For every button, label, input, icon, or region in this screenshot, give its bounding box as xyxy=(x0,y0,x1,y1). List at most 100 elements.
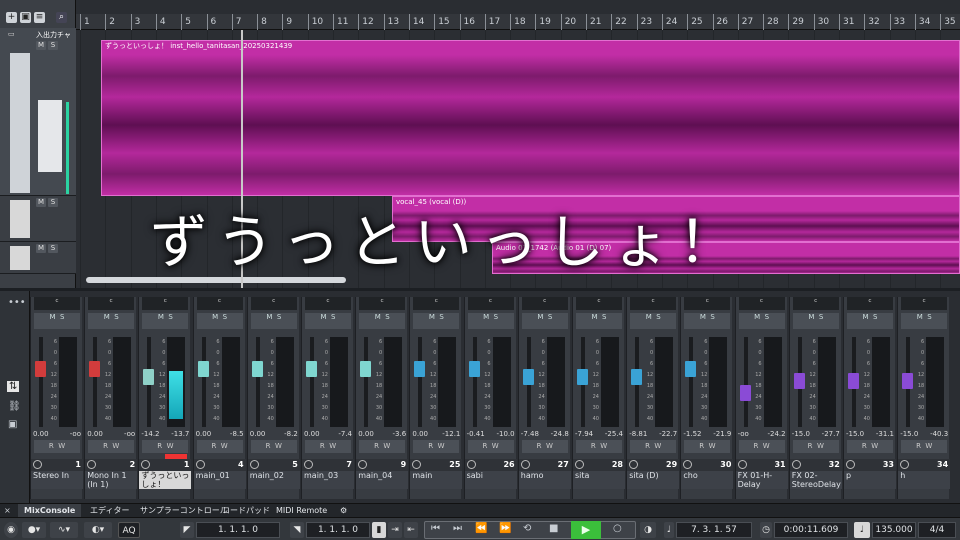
fader-track[interactable] xyxy=(310,337,314,427)
pan-control[interactable]: ᶜ xyxy=(413,297,460,310)
channel-strip[interactable]: ᶜ M S 6 0 6 12 18 24 30 40 -oo -24.2 R W 31 FX 0… xyxy=(734,297,788,499)
mute-solo-row[interactable]: M S xyxy=(521,313,568,329)
mute-solo-row[interactable]: M S xyxy=(630,313,677,329)
pan-control[interactable]: ᶜ xyxy=(684,297,731,310)
write-button[interactable]: W xyxy=(112,442,119,450)
read-button[interactable]: R xyxy=(266,442,271,450)
mute-solo-row[interactable]: M S xyxy=(847,313,893,329)
pan-control[interactable]: ᶜ xyxy=(521,297,568,310)
routing-icon[interactable]: ⇅ xyxy=(7,381,20,392)
channel-name[interactable]: p xyxy=(844,471,896,489)
volume-fader[interactable] xyxy=(848,373,859,389)
pan-control[interactable]: ᶜ xyxy=(305,297,351,310)
fader-track[interactable] xyxy=(689,337,694,427)
volume-value[interactable]: 0.00 xyxy=(87,430,103,438)
read-button[interactable]: R xyxy=(699,442,704,450)
volume-fader[interactable] xyxy=(468,361,480,377)
volume-value[interactable]: -7.94 xyxy=(575,430,593,438)
mute-solo-row[interactable]: M S xyxy=(901,313,948,329)
solo-button[interactable]: S xyxy=(48,244,58,253)
volume-fader[interactable] xyxy=(251,361,263,377)
channel-strip[interactable]: ᶜ M S 6 0 6 12 18 24 30 40 -15.0 -31.1 R W 33 p xyxy=(843,297,896,499)
pan-control[interactable]: ᶜ xyxy=(196,297,243,310)
write-button[interactable]: W xyxy=(709,442,716,450)
audio-clip-main[interactable]: ずうっといっしょ！ inst_hello_tanitasan_202503214… xyxy=(101,40,960,196)
write-button[interactable]: W xyxy=(925,442,932,450)
volume-value[interactable]: -0.41 xyxy=(467,430,485,438)
read-write-row[interactable]: R W xyxy=(630,440,677,453)
volume-fader[interactable] xyxy=(306,361,317,377)
monitor-icon[interactable] xyxy=(304,460,313,469)
stop-icon[interactable]: ■ xyxy=(549,523,558,534)
read-button[interactable]: R xyxy=(537,442,542,450)
pan-control[interactable]: ᶜ xyxy=(142,297,189,310)
write-button[interactable]: W xyxy=(58,442,65,450)
channel-name[interactable]: hamo xyxy=(518,471,571,489)
read-write-row[interactable]: R W xyxy=(88,440,135,453)
record-mode-icon[interactable]: ◉ xyxy=(4,522,18,538)
secondary-time-display[interactable]: 0:00:11.609 xyxy=(774,522,848,538)
tab-midi-remote[interactable]: MIDI Remote xyxy=(270,504,333,518)
channel-name[interactable]: main xyxy=(410,471,463,489)
write-button[interactable]: W xyxy=(492,442,499,450)
volume-value[interactable]: -15.0 xyxy=(900,430,918,438)
read-button[interactable]: R xyxy=(591,442,596,450)
channel-name[interactable]: ずうっといっしょ！ inst_hello_tanitasan xyxy=(139,471,192,489)
mute-solo-row[interactable]: M S xyxy=(88,313,135,329)
pan-control[interactable]: ᶜ xyxy=(576,297,622,310)
monitor-icon[interactable] xyxy=(791,460,801,469)
channel-strip[interactable]: ᶜ M S 6 0 6 12 18 24 30 40 0.00 -oo R W 1 Stereo… xyxy=(30,297,83,499)
read-button[interactable]: R xyxy=(428,442,433,450)
auto-quantize-button[interactable]: AQ xyxy=(118,522,140,538)
lock-icon[interactable]: ▮ xyxy=(372,522,386,538)
volume-fader[interactable] xyxy=(631,369,643,385)
volume-fader[interactable] xyxy=(360,361,372,377)
read-button[interactable]: R xyxy=(49,442,54,450)
monitor-icon[interactable] xyxy=(249,460,259,469)
volume-fader[interactable] xyxy=(197,361,209,377)
tab-editor[interactable]: エディター xyxy=(84,504,135,518)
write-button[interactable]: W xyxy=(329,442,336,450)
volume-fader[interactable] xyxy=(793,373,805,389)
tempo-display[interactable]: 135.000 xyxy=(872,522,916,538)
read-button[interactable]: R xyxy=(808,442,813,450)
volume-fader[interactable] xyxy=(902,373,914,389)
read-button[interactable]: R xyxy=(211,442,216,450)
pan-control[interactable]: ᶜ xyxy=(847,297,893,310)
mute-solo-row[interactable]: M S xyxy=(413,313,460,329)
channel-name[interactable]: main_03 xyxy=(302,471,354,489)
go-to-start-icon[interactable]: ⏮ xyxy=(431,523,440,534)
channel-strip[interactable]: ᶜ M S 6 0 6 12 18 24 30 40 -8.81 -22.7 R W 29 si… xyxy=(626,297,680,499)
channel-name[interactable]: main_01 xyxy=(193,471,246,489)
channel-name[interactable]: FX 01-H-Delay Stereo xyxy=(735,471,788,489)
folder-add-icon[interactable]: ▣ xyxy=(20,12,31,23)
metronome-icon[interactable]: ◐▾ xyxy=(84,522,112,538)
channel-name[interactable]: cho xyxy=(681,471,734,489)
read-button[interactable]: R xyxy=(645,442,650,450)
read-button[interactable]: R xyxy=(103,442,108,450)
channel-strip[interactable]: ᶜ M S 6 0 6 12 18 24 30 40 -14.2 -13.7 R W 1 ずうっ… xyxy=(138,297,192,499)
read-button[interactable]: R xyxy=(916,442,921,450)
mute-solo-row[interactable]: M S xyxy=(359,313,406,329)
read-write-row[interactable]: R W xyxy=(359,440,406,453)
mute-solo-row[interactable]: M S xyxy=(738,313,785,329)
volume-fader[interactable] xyxy=(89,361,101,377)
play-icon[interactable]: ▶ xyxy=(571,521,601,539)
read-button[interactable]: R xyxy=(862,442,867,450)
pan-control[interactable]: ᶜ xyxy=(467,297,514,310)
write-button[interactable]: W xyxy=(275,442,282,450)
write-button[interactable]: W xyxy=(763,442,770,450)
search-icon[interactable]: ⌕ xyxy=(56,12,67,23)
fader-track[interactable] xyxy=(255,337,260,427)
wave-icon[interactable]: ∿▾ xyxy=(50,522,78,538)
go-to-end-icon[interactable]: ⏭ xyxy=(453,523,462,534)
right-locator-icon[interactable]: ◥ xyxy=(290,522,304,538)
volume-fader[interactable] xyxy=(685,361,697,377)
read-write-row[interactable]: R W xyxy=(847,440,893,453)
volume-value[interactable]: -oo xyxy=(738,430,749,438)
mode-icon[interactable]: ◑ xyxy=(640,522,656,538)
fader-track[interactable] xyxy=(418,337,423,427)
record-icon[interactable]: ○ xyxy=(613,523,622,534)
pan-control[interactable]: ᶜ xyxy=(630,297,677,310)
mute-solo-row[interactable]: M S xyxy=(576,313,622,329)
